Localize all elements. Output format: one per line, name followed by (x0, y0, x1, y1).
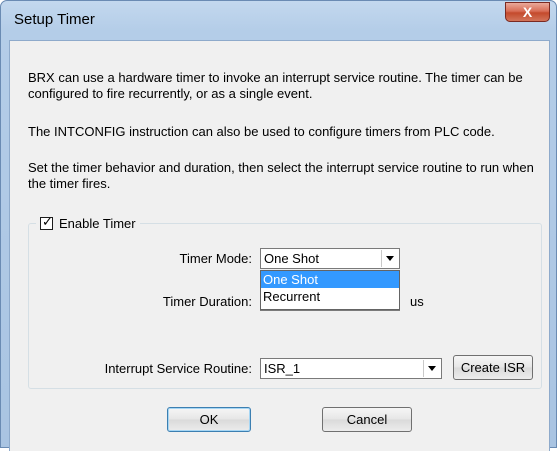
description-paragraph-3: Set the timer behavior and duration, the… (28, 160, 534, 191)
ok-button[interactable]: OK (167, 407, 251, 432)
timer-mode-dropdown-list[interactable]: One Shot Recurrent (260, 270, 400, 310)
chevron-down-icon[interactable] (381, 250, 398, 267)
dropdown-option-recurrent[interactable]: Recurrent (261, 288, 399, 305)
enable-timer-checkbox[interactable]: ✓ (40, 213, 53, 230)
timer-mode-value: One Shot (264, 251, 319, 266)
enable-timer-checkbox-row[interactable]: ✓ Enable Timer (36, 214, 140, 232)
isr-value: ISR_1 (264, 361, 301, 376)
dropdown-option-one-shot[interactable]: One Shot (261, 271, 399, 288)
window-title: Setup Timer (14, 11, 95, 28)
chevron-down-icon[interactable] (423, 360, 440, 377)
close-icon: X (522, 4, 533, 20)
close-button[interactable]: X (505, 2, 550, 22)
isr-label: Interrupt Service Routine: (104, 361, 252, 376)
title-bar[interactable]: Setup Timer X (1, 1, 556, 39)
create-isr-button[interactable]: Create ISR (453, 355, 533, 380)
enable-timer-label: Enable Timer (59, 215, 136, 231)
timer-mode-label: Timer Mode: (179, 251, 252, 266)
description-paragraph-1: BRX can use a hardware timer to invoke a… (28, 70, 523, 101)
timer-mode-select[interactable]: One Shot (260, 248, 400, 269)
isr-select[interactable]: ISR_1 (260, 358, 442, 379)
checkmark-icon: ✓ (42, 213, 53, 229)
cancel-button[interactable]: Cancel (322, 407, 412, 432)
timer-duration-unit: us (410, 294, 424, 309)
description-paragraph-2: The INTCONFIG instruction can also be us… (28, 124, 495, 139)
timer-duration-label: Timer Duration: (162, 294, 252, 309)
